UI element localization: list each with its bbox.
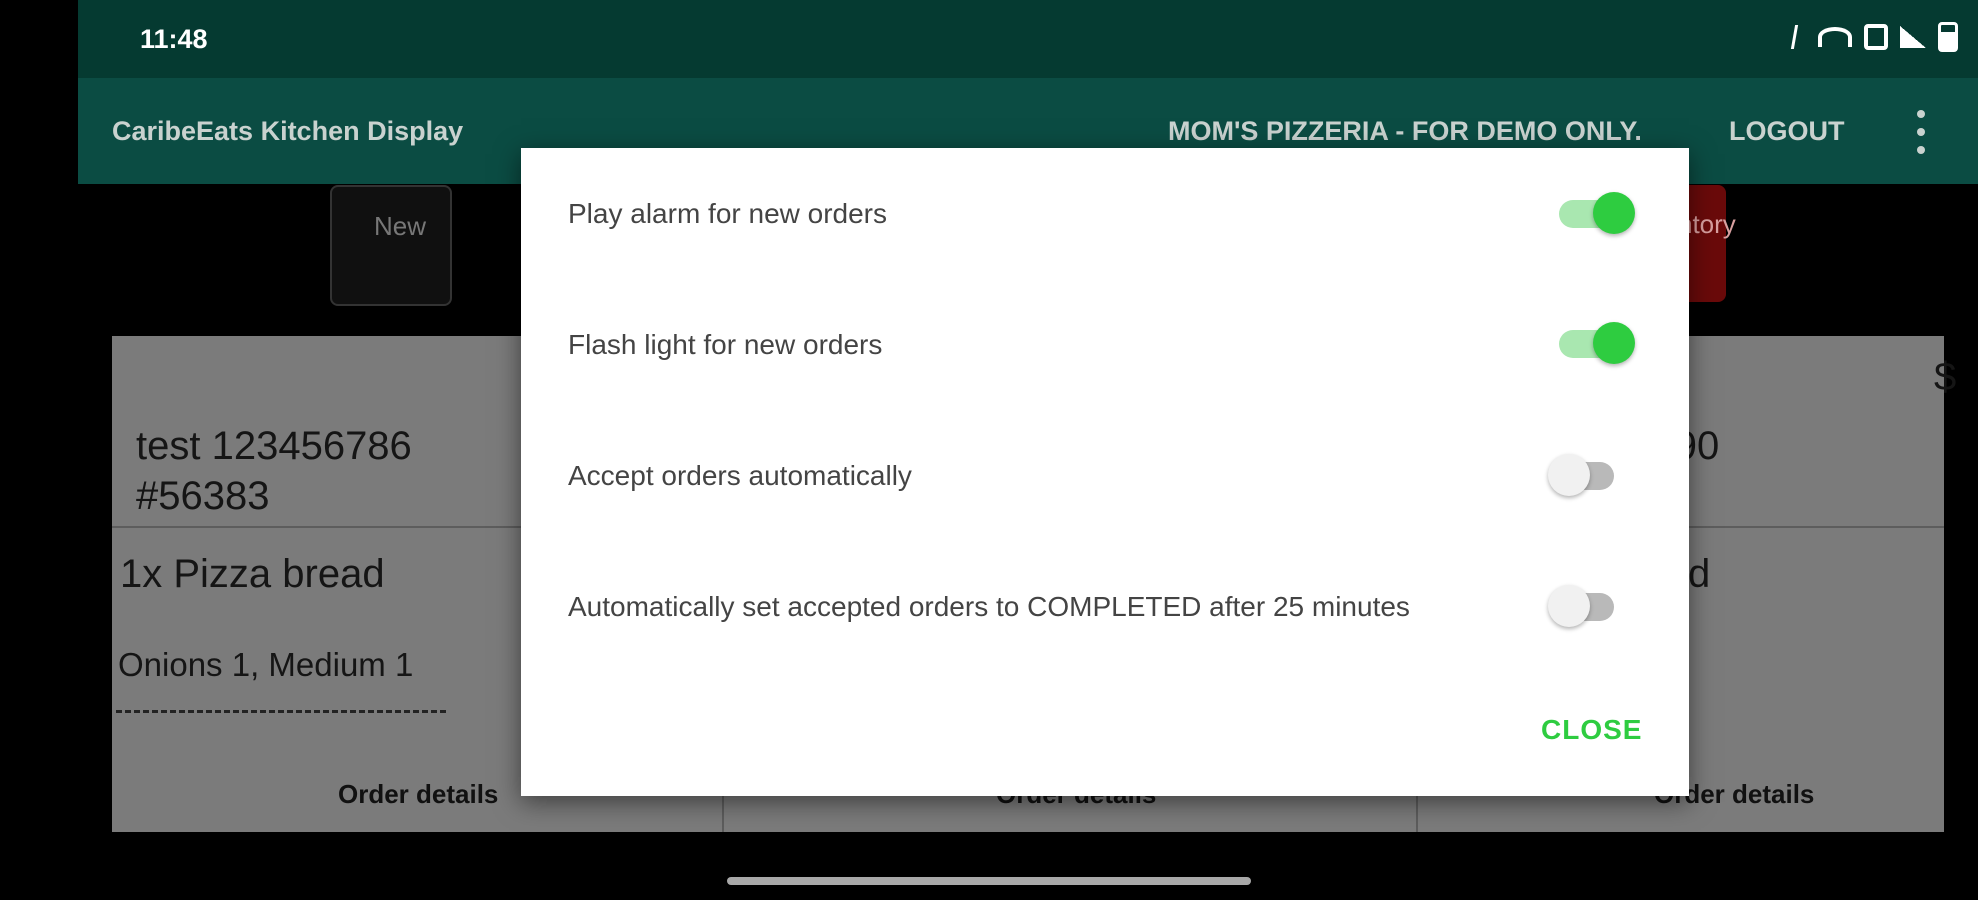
restaurant-name: MOM'S PIZZERIA - FOR DEMO ONLY. xyxy=(1168,116,1642,146)
setting-label-play-alarm: Play alarm for new orders xyxy=(568,198,888,229)
status-icons xyxy=(1790,22,1958,52)
order-number: #56383 xyxy=(136,474,270,518)
tab-new[interactable]: New xyxy=(330,185,452,306)
auto-complete-toggle[interactable] xyxy=(1548,583,1618,629)
bluetooth-icon xyxy=(1790,25,1809,49)
setting-label-auto-complete: Automatically set accepted orders to COM… xyxy=(568,591,1410,622)
tab-new-label: New xyxy=(374,211,427,241)
setting-label-accept-orders: Accept orders automatically xyxy=(568,460,912,491)
flash-light-toggle[interactable] xyxy=(1559,320,1635,366)
wifi-calling-icon xyxy=(1864,24,1888,50)
setting-label-flash-light: Flash light for new orders xyxy=(568,329,883,360)
close-button[interactable]: CLOSE xyxy=(1541,714,1642,746)
switch-thumb xyxy=(1548,454,1590,496)
accept-orders-toggle[interactable] xyxy=(1548,452,1618,498)
order-item: 1x Pizza bread xyxy=(120,552,385,596)
order-customer-name: test 123456786 xyxy=(136,424,412,468)
device-screen: 11:48 CaribeEats Kitchen Display MOM'S P… xyxy=(78,0,1978,900)
switch-thumb xyxy=(1593,322,1635,364)
play-alarm-toggle[interactable] xyxy=(1559,190,1635,236)
signal-icon xyxy=(1900,26,1926,48)
status-bar: 11:48 xyxy=(78,0,1978,78)
logout-button[interactable]: LOGOUT xyxy=(1729,116,1845,147)
navigation-handle[interactable] xyxy=(727,877,1251,885)
battery-icon xyxy=(1938,22,1958,52)
order-price: $ xyxy=(1934,355,1957,399)
order-modifiers: Onions 1, Medium 1 xyxy=(118,646,414,683)
more-vert-icon[interactable] xyxy=(1916,110,1926,154)
app-title: CaribeEats Kitchen Display xyxy=(112,116,464,146)
switch-thumb xyxy=(1593,192,1635,234)
dashed-separator xyxy=(116,710,446,713)
status-time: 11:48 xyxy=(140,24,208,54)
order-details-button[interactable]: Order details xyxy=(338,779,498,810)
settings-dialog: Play alarm for new orders Flash light fo… xyxy=(521,148,1689,796)
wifi-icon xyxy=(1818,27,1852,47)
switch-thumb xyxy=(1548,585,1590,627)
